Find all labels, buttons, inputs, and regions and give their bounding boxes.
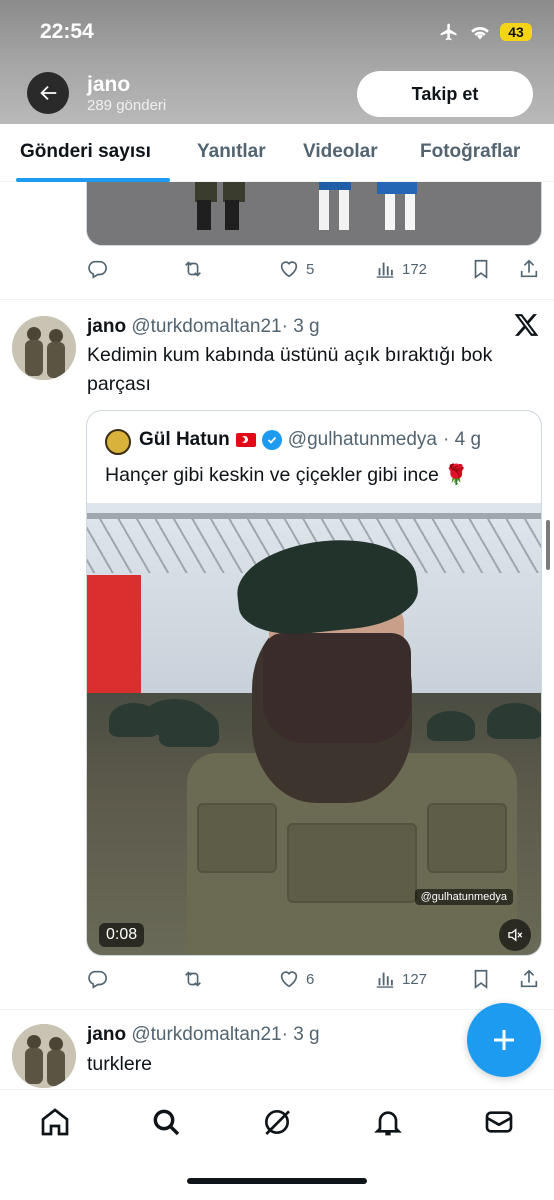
mail-icon — [485, 1111, 513, 1133]
nav-notifications[interactable] — [371, 1105, 405, 1139]
tweet-media[interactable] — [86, 182, 542, 246]
tab-videos[interactable]: Videolar — [303, 141, 378, 163]
bookmark-button[interactable] — [470, 968, 492, 990]
mute-button[interactable] — [499, 919, 531, 951]
profile-header: 22:54 43 jano 289 gönderi Takip et — [0, 0, 554, 124]
author-name[interactable]: jano — [87, 316, 126, 337]
profile-tabs: Gönderi sayısı Yanıtlar Videolar Fotoğra… — [0, 124, 554, 182]
views-icon — [376, 262, 394, 278]
video-watermark: @gulhatunmedya — [414, 889, 513, 905]
battery-badge: 43 — [500, 23, 532, 41]
views-icon — [376, 972, 394, 988]
quote-time: · 4 g — [443, 429, 482, 450]
share-button[interactable] — [518, 258, 540, 280]
profile-name: jano — [87, 73, 131, 96]
author-handle[interactable]: @turkdomaltan21 — [131, 1024, 281, 1045]
tweet-divider — [0, 1009, 554, 1010]
retweet-button[interactable] — [182, 968, 204, 990]
back-button[interactable] — [27, 72, 69, 114]
like-count: 5 — [306, 260, 315, 278]
quote-author-name: Gül Hatun — [139, 429, 230, 450]
view-count: 127 — [402, 970, 428, 988]
tweet-time: · 3 g — [281, 1024, 320, 1045]
reply-button[interactable] — [86, 258, 108, 280]
avatar-image — [12, 1024, 76, 1088]
tweet-divider — [0, 299, 554, 300]
views-button[interactable]: 172 — [374, 258, 427, 280]
share-icon — [520, 259, 538, 278]
nav-grok[interactable] — [260, 1105, 294, 1139]
media-image — [87, 182, 541, 245]
scrollbar[interactable] — [546, 520, 550, 570]
nav-messages[interactable] — [482, 1105, 516, 1139]
tweet-text: Kedimin kum kabında üstünü açık bıraktığ… — [87, 344, 493, 395]
quote-avatar[interactable] — [105, 429, 131, 455]
post-count: 289 gönderi — [87, 97, 167, 114]
muted-speaker-icon — [508, 928, 523, 942]
video-flag — [87, 575, 141, 705]
heart-icon — [280, 971, 298, 988]
verified-icon — [261, 430, 282, 450]
tweet-time: · 3 g — [281, 316, 320, 337]
x-logo-icon[interactable] — [514, 312, 540, 338]
nav-search[interactable] — [149, 1105, 183, 1139]
bookmark-button[interactable] — [470, 258, 492, 280]
author-handle[interactable]: @turkdomaltan21 — [131, 316, 281, 337]
tab-replies[interactable]: Yanıtlar — [197, 141, 266, 163]
reply-icon — [88, 260, 107, 279]
plus-icon — [494, 1030, 514, 1050]
avatar-image — [12, 316, 76, 380]
share-icon — [520, 969, 538, 988]
tab-photos[interactable]: Fotoğraflar — [420, 141, 520, 163]
quote-header: Gül Hatun @gulhatunmedya · 4 g — [139, 429, 481, 451]
status-icons: 43 — [438, 22, 532, 42]
quote-text: Hançer gibi keskin ve çiçekler gibi ince… — [105, 464, 469, 486]
heart-icon — [280, 261, 298, 278]
author-name[interactable]: jano — [87, 1024, 126, 1045]
nav-home[interactable] — [38, 1105, 72, 1139]
grok-icon — [265, 1110, 290, 1135]
arrow-left-icon — [40, 85, 57, 101]
tweet-header: jano @turkdomaltan21· 3 g — [87, 1024, 320, 1046]
turkey-flag-icon — [235, 433, 256, 447]
wifi-icon — [471, 27, 489, 40]
bookmark-icon — [474, 969, 488, 989]
like-count: 6 — [306, 970, 315, 988]
view-count: 172 — [402, 260, 428, 278]
tab-posts[interactable]: Gönderi sayısı — [20, 141, 151, 163]
home-indicator — [187, 1178, 367, 1184]
reply-button[interactable] — [86, 968, 108, 990]
active-tab-indicator — [16, 178, 170, 182]
share-button[interactable] — [518, 968, 540, 990]
home-icon — [41, 1108, 69, 1136]
quote-video[interactable]: @gulhatunmedya 0:08 — [87, 503, 541, 955]
follow-button[interactable]: Takip et — [357, 71, 533, 117]
tweet-actions: 6 127 — [86, 968, 542, 992]
compose-button[interactable] — [467, 1003, 541, 1077]
retweet-button[interactable] — [182, 258, 204, 280]
quoted-tweet[interactable]: Gül Hatun @gulhatunmedya · 4 g Hançer gi… — [86, 410, 542, 956]
avatar[interactable] — [12, 1024, 76, 1088]
retweet-icon — [185, 971, 201, 987]
video-mask — [263, 633, 411, 743]
tweet-header: jano @turkdomaltan21· 3 g — [87, 316, 320, 338]
tweet-actions: 5 172 — [86, 258, 542, 282]
retweet-icon — [185, 261, 201, 277]
bookmark-icon — [474, 259, 488, 279]
avatar[interactable] — [12, 316, 76, 380]
reply-icon — [88, 970, 107, 989]
status-time: 22:54 — [40, 20, 94, 43]
status-bar: 22:54 43 — [0, 0, 554, 64]
search-icon — [153, 1109, 180, 1136]
views-button[interactable]: 127 — [374, 968, 427, 990]
video-duration: 0:08 — [99, 923, 145, 947]
quote-author-handle: @gulhatunmedya — [287, 429, 437, 450]
bell-icon — [374, 1111, 402, 1136]
like-button[interactable]: 6 — [278, 968, 314, 990]
airplane-icon — [440, 23, 457, 41]
like-button[interactable]: 5 — [278, 258, 314, 280]
